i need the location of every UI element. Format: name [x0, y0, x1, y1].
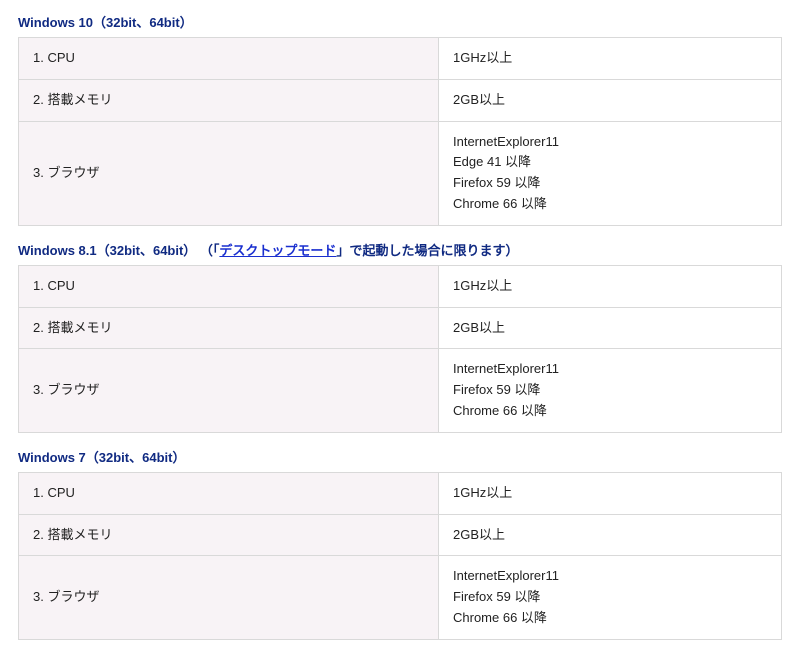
spec-value: 2GB以上	[439, 514, 782, 556]
desktop-mode-link[interactable]: デスクトップモード	[219, 243, 336, 258]
spec-value: InternetExplorer11 Firefox 59 以降 Chrome …	[439, 349, 782, 432]
spec-label: 1. CPU	[19, 38, 439, 80]
section-heading: Windows 8.1（32bit、64bit） （「デスクトップモード」で起動…	[18, 236, 782, 265]
spec-value: 1GHz以上	[439, 472, 782, 514]
table-row: 2. 搭載メモリ 2GB以上	[19, 307, 782, 349]
spec-table: 1. CPU 1GHz以上 2. 搭載メモリ 2GB以上 3. ブラウザ Int…	[18, 265, 782, 433]
spec-table: 1. CPU 1GHz以上 2. 搭載メモリ 2GB以上 3. ブラウザ Int…	[18, 472, 782, 640]
table-row: 1. CPU 1GHz以上	[19, 265, 782, 307]
table-row: 3. ブラウザ InternetExplorer11 Firefox 59 以降…	[19, 556, 782, 639]
table-row: 1. CPU 1GHz以上	[19, 38, 782, 80]
spec-label: 3. ブラウザ	[19, 556, 439, 639]
spec-label: 2. 搭載メモリ	[19, 79, 439, 121]
heading-text-prefix: Windows 8.1（32bit、64bit） （「	[18, 243, 219, 258]
section-heading: Windows 10（32bit、64bit）	[18, 8, 782, 37]
spec-table: 1. CPU 1GHz以上 2. 搭載メモリ 2GB以上 3. ブラウザ Int…	[18, 37, 782, 226]
section-heading: Windows 7（32bit、64bit）	[18, 443, 782, 472]
table-row: 2. 搭載メモリ 2GB以上	[19, 514, 782, 556]
spec-section-win10: Windows 10（32bit、64bit） 1. CPU 1GHz以上 2.…	[18, 8, 782, 226]
spec-value: InternetExplorer11 Firefox 59 以降 Chrome …	[439, 556, 782, 639]
spec-label: 2. 搭載メモリ	[19, 307, 439, 349]
heading-text-suffix: 」で起動した場合に限ります）	[336, 243, 518, 258]
spec-label: 1. CPU	[19, 265, 439, 307]
heading-text: Windows 10（32bit、64bit）	[18, 15, 193, 30]
table-row: 3. ブラウザ InternetExplorer11 Edge 41 以降 Fi…	[19, 121, 782, 225]
spec-label: 3. ブラウザ	[19, 349, 439, 432]
spec-value: 2GB以上	[439, 307, 782, 349]
heading-text: Windows 7（32bit、64bit）	[18, 450, 185, 465]
spec-section-win81: Windows 8.1（32bit、64bit） （「デスクトップモード」で起動…	[18, 236, 782, 433]
table-row: 1. CPU 1GHz以上	[19, 472, 782, 514]
spec-label: 2. 搭載メモリ	[19, 514, 439, 556]
spec-value: 2GB以上	[439, 79, 782, 121]
spec-section-win7: Windows 7（32bit、64bit） 1. CPU 1GHz以上 2. …	[18, 443, 782, 640]
spec-label: 3. ブラウザ	[19, 121, 439, 225]
spec-value: 1GHz以上	[439, 38, 782, 80]
spec-label: 1. CPU	[19, 472, 439, 514]
spec-value: InternetExplorer11 Edge 41 以降 Firefox 59…	[439, 121, 782, 225]
table-row: 3. ブラウザ InternetExplorer11 Firefox 59 以降…	[19, 349, 782, 432]
table-row: 2. 搭載メモリ 2GB以上	[19, 79, 782, 121]
spec-value: 1GHz以上	[439, 265, 782, 307]
